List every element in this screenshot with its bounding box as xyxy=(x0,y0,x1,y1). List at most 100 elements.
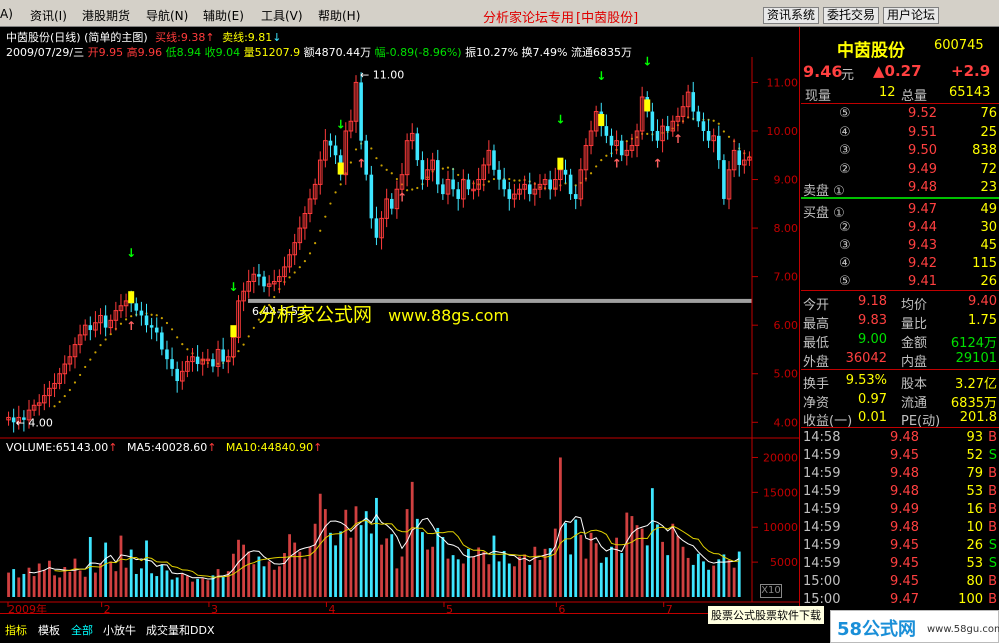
ma-dot xyxy=(646,132,649,135)
volume-bar xyxy=(604,557,608,597)
zoom-x10[interactable]: X10 xyxy=(760,584,782,598)
volume-bar xyxy=(185,576,189,597)
volume-bar xyxy=(584,558,588,597)
menu-item-news[interactable]: 资讯(I) xyxy=(30,7,67,24)
volume-bar xyxy=(339,531,343,597)
ma-dot xyxy=(84,365,87,369)
volume-bar xyxy=(150,573,154,597)
menu-item-navigate[interactable]: 导航(N) xyxy=(146,7,188,24)
bottom-tab-bar: 指标 模板 全部 小放牛 成交量和DDX 股票公式股票软件下载 xyxy=(0,606,824,643)
stat-row-cell: 29101 xyxy=(955,351,997,366)
volume-bar xyxy=(589,532,593,597)
ad-tooltip[interactable]: 股票公式股票软件下载 xyxy=(708,606,824,624)
ma-dot xyxy=(73,381,77,384)
ma-dot xyxy=(94,351,97,354)
tick-row-cell: 14:59 xyxy=(803,556,841,571)
ma-dot xyxy=(349,161,352,164)
stat-row-cell: 今开 xyxy=(803,298,830,313)
info-system-button[interactable]: 资讯系统 xyxy=(763,7,820,24)
candle-body xyxy=(144,315,149,326)
stock-tag: [中茵股份] xyxy=(576,11,639,26)
ma-dot xyxy=(252,326,255,329)
volume-header: VOLUME:65143.00↑ MA5:40028.60↑ MA10:4484… xyxy=(6,441,322,454)
ma-dot xyxy=(273,295,276,299)
tab-all[interactable]: 全部 xyxy=(71,622,93,638)
candle-body xyxy=(502,179,506,190)
volume-bar xyxy=(242,544,246,597)
candle-body xyxy=(389,198,394,209)
ma-dot xyxy=(380,164,383,167)
up-arrow-icon: ↑ xyxy=(205,31,215,44)
ask-row-cell: ④ xyxy=(839,124,851,140)
candle-body xyxy=(527,184,532,195)
stat-row: 外盘 36042 内盘 29101 xyxy=(801,350,999,370)
price-unit: 元 xyxy=(841,68,855,83)
candle-body xyxy=(257,274,261,277)
candle-body xyxy=(619,140,624,156)
candle-body xyxy=(466,179,471,190)
ma-dot xyxy=(155,314,158,317)
fund-row-cell: 流通 xyxy=(901,395,928,411)
stat-row-cell: 最低 xyxy=(803,336,830,351)
volume-bar xyxy=(247,551,251,597)
tab-xiaofangniu[interactable]: 小放牛 xyxy=(103,622,136,638)
volume-bar xyxy=(507,563,511,597)
price-row: 9.46 元 ▲0.27 +2.9 xyxy=(801,61,999,83)
fund-row-cell: 换手 xyxy=(803,377,830,392)
ask-row-cell: ② xyxy=(839,161,851,177)
down-arrow-icon: ↓ xyxy=(336,118,346,132)
volume-bar xyxy=(334,545,337,597)
menu-item-hk-futures[interactable]: 港股期货 xyxy=(82,7,130,24)
trade-button[interactable]: 委托交易 xyxy=(823,7,880,24)
fund-row-cell: 净资 xyxy=(803,395,830,411)
volume-bar xyxy=(661,541,664,597)
tick-row-cell: B xyxy=(988,574,997,589)
volume-bar xyxy=(313,523,317,597)
tab-volume-ddx[interactable]: 成交量和DDX xyxy=(146,622,214,638)
menu-item-tools[interactable]: 工具(V) xyxy=(261,7,303,24)
chart-area[interactable]: ↓ ↓ ↓ ↓ ↓ ↓ ↑ ↑ ↑ ↑ ↑ ↑ ← 11.00 ← 4.00 6.44-6.53 4.00 5… xyxy=(0,27,800,616)
menu-item-help[interactable]: 帮助(H) xyxy=(318,7,360,24)
tick-row: 14:59 9.48 10 B xyxy=(801,519,999,537)
fund-row-cell: 0.01 xyxy=(858,410,887,425)
up-arrow-icon: ↑ xyxy=(652,156,662,170)
volume-bar xyxy=(650,488,654,597)
volume-bar xyxy=(492,535,496,597)
price-tick-label: 7.00 xyxy=(774,271,799,284)
tab-template[interactable]: 模板 xyxy=(38,622,60,638)
ma-dot xyxy=(176,336,179,339)
volume-bar xyxy=(676,535,680,597)
volume-bar xyxy=(410,481,414,597)
volume-bar xyxy=(160,564,164,597)
volume-bar xyxy=(221,576,225,597)
candle-body xyxy=(103,315,108,328)
candle-body xyxy=(609,135,614,146)
ask-row-cell: 9.52 xyxy=(908,106,937,121)
ma-dot xyxy=(237,350,240,353)
candle-body xyxy=(737,150,742,165)
volume-bar xyxy=(405,509,409,597)
volume-bar xyxy=(252,564,256,597)
stat-row-cell: 量比 xyxy=(901,317,928,332)
down-arrow-icon: ↓ xyxy=(272,31,282,44)
volume-bar xyxy=(83,576,87,597)
tab-indicator[interactable]: 指标 xyxy=(5,622,27,638)
ohlc-low: 低8.94 xyxy=(165,46,202,59)
bid-row-cell: ⑤ xyxy=(839,274,851,289)
menu-item-assist[interactable]: 辅助(E) xyxy=(203,7,244,24)
volume-bar xyxy=(272,569,276,597)
stat-row-cell: 9.18 xyxy=(858,294,887,309)
candle-body xyxy=(507,189,512,199)
volume-bar xyxy=(78,570,82,597)
ask-row-cell: 72 xyxy=(980,161,997,177)
ma-dot xyxy=(390,172,393,175)
volume-bar xyxy=(145,540,148,597)
volume-bar xyxy=(63,567,67,597)
volume-bar xyxy=(139,568,143,597)
fund-row-cell: 6835万 xyxy=(950,395,997,411)
menu-item-a[interactable]: A) xyxy=(0,7,13,21)
user-forum-button[interactable]: 用户论坛 xyxy=(883,7,940,24)
tick-row-cell: 15:00 xyxy=(803,592,841,607)
candle-body xyxy=(492,150,496,170)
volume-bar xyxy=(538,560,542,597)
